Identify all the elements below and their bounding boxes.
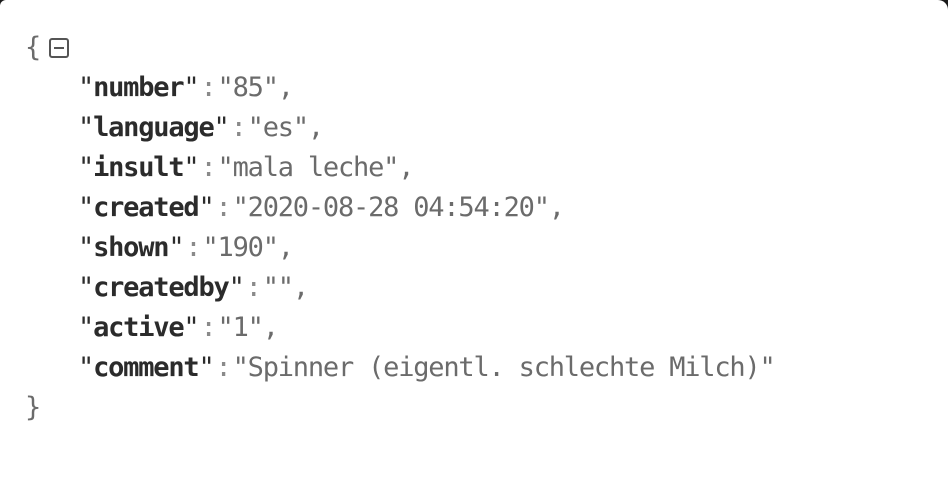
- json-entry-row: " shown ": " 190 ",: [25, 228, 948, 268]
- value-quote: ": [232, 192, 249, 223]
- json-key: language: [93, 112, 215, 143]
- open-brace: {: [25, 32, 41, 63]
- json-open-line: {: [25, 28, 948, 68]
- json-entry-row: " insult ": " mala leche ",: [25, 148, 948, 188]
- value-quote: ": [217, 152, 234, 183]
- value-quote: ": [262, 272, 279, 303]
- json-key: createdby: [93, 272, 230, 303]
- colon: :: [245, 272, 262, 303]
- key-quote: ": [228, 272, 245, 303]
- key-quote: ": [198, 352, 214, 383]
- value-quote: ": [217, 312, 234, 343]
- close-brace: }: [25, 392, 41, 423]
- json-entry-row: " comment ": " Spinner (eigentl. schlechte M…: [25, 348, 948, 388]
- value-quote: ": [247, 312, 264, 343]
- comma: ,: [277, 72, 294, 103]
- value-quote: ": [533, 192, 550, 223]
- value-quote: ": [262, 232, 279, 263]
- key-quote: ": [183, 152, 199, 183]
- key-quote: ": [78, 72, 94, 103]
- value-quote: ": [247, 112, 264, 143]
- colon: :: [200, 152, 216, 183]
- key-quote: ": [78, 192, 94, 223]
- json-viewer-panel: { " number ": " 85 ", " language ": " es ", " insult "…: [0, 0, 948, 478]
- key-quote: ": [78, 272, 94, 303]
- comma: ,: [277, 232, 294, 263]
- value-quote: ": [277, 272, 294, 303]
- json-value: 190: [217, 232, 264, 263]
- comma: ,: [262, 312, 279, 343]
- key-quote: ": [183, 72, 199, 103]
- comma: ,: [292, 272, 309, 303]
- colon: :: [215, 192, 232, 223]
- json-value: 2020-08-28 04:54:20: [247, 192, 535, 223]
- value-quote: ": [383, 152, 399, 183]
- key-quote: ": [78, 232, 94, 263]
- json-value: 85: [232, 72, 264, 103]
- key-quote: ": [198, 192, 214, 223]
- json-entry-row: " active ": " 1 ",: [25, 308, 948, 348]
- json-entry-row: " created ": " 2020-08-28 04:54:20 ",: [25, 188, 948, 228]
- json-key: insult: [93, 152, 185, 183]
- json-entries: " number ": " 85 ", " language ": " es ", " insult ": "…: [25, 68, 948, 388]
- value-quote: ": [202, 232, 218, 263]
- colon: :: [185, 232, 201, 263]
- comma: ,: [307, 112, 324, 143]
- key-quote: ": [78, 352, 94, 383]
- colon: :: [200, 312, 216, 343]
- comma: ,: [548, 192, 565, 223]
- json-entry-row: " number ": " 85 ",: [25, 68, 948, 108]
- value-quote: ": [292, 112, 309, 143]
- colon: :: [215, 352, 232, 383]
- key-quote: ": [213, 112, 230, 143]
- json-value: mala leche: [232, 152, 385, 183]
- value-quote: ": [217, 72, 234, 103]
- json-key: comment: [93, 352, 200, 383]
- key-quote: ": [78, 152, 94, 183]
- value-quote: ": [232, 352, 249, 383]
- key-quote: ": [168, 232, 184, 263]
- value-quote: ": [262, 72, 279, 103]
- colon: :: [200, 72, 216, 103]
- json-close-line: }: [25, 388, 948, 428]
- json-key: number: [93, 72, 185, 103]
- collapse-icon[interactable]: [49, 38, 70, 58]
- json-value: Spinner (eigentl. schlechte Milch): [247, 352, 761, 383]
- json-value: es: [262, 112, 294, 143]
- json-entry-row: " createdby ": " ",: [25, 268, 948, 308]
- value-quote: ": [759, 352, 776, 383]
- json-entry-row: " language ": " es ",: [25, 108, 948, 148]
- json-key: shown: [93, 232, 169, 263]
- json-key: active: [93, 312, 185, 343]
- key-quote: ": [183, 312, 199, 343]
- comma: ,: [398, 152, 414, 183]
- json-value: 1: [232, 312, 249, 343]
- key-quote: ": [78, 312, 94, 343]
- colon: :: [230, 112, 247, 143]
- key-quote: ": [78, 112, 94, 143]
- json-key: created: [93, 192, 200, 223]
